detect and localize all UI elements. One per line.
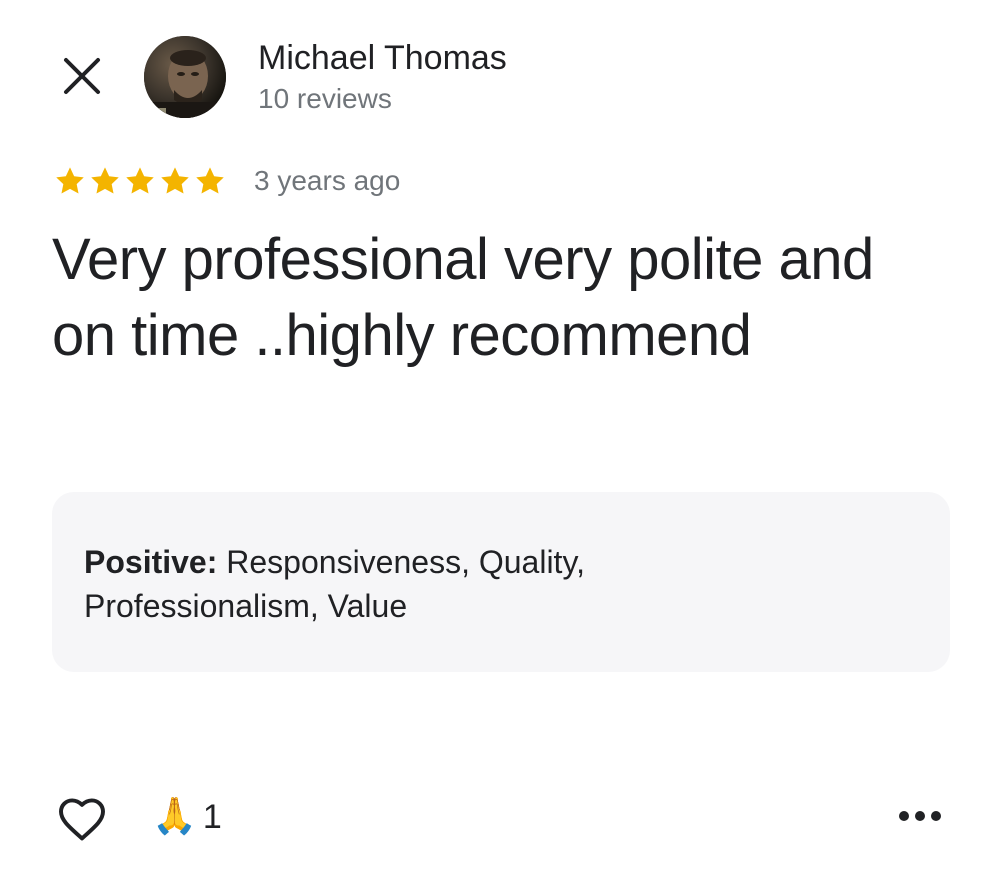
author-review-count: 10 reviews <box>258 83 392 114</box>
reaction-count: 1 <box>202 798 222 836</box>
star-icon <box>192 160 227 202</box>
pray-hands-icon: 🙏 <box>152 796 197 837</box>
heart-outline-icon <box>59 798 105 841</box>
review-card: Michael Thomas 10 reviews 3 years ago Ve… <box>0 0 1000 888</box>
star-icon <box>87 160 122 202</box>
review-attributes: Positive: Responsiveness, Quality, Profe… <box>84 540 704 628</box>
close-button[interactable] <box>56 50 108 102</box>
star-icon <box>52 160 87 202</box>
close-icon <box>64 58 100 94</box>
review-time-ago: 3 years ago <box>254 165 401 196</box>
review-attributes-panel: Positive: Responsiveness, Quality, Profe… <box>52 492 950 672</box>
reaction-button[interactable]: 🙏 1 <box>152 794 222 840</box>
attributes-label: Positive: <box>84 544 218 580</box>
review-text: Very professional very polite and on tim… <box>52 227 874 368</box>
star-rating <box>52 160 227 202</box>
star-icon <box>157 160 192 202</box>
author-name[interactable]: Michael Thomas <box>258 36 507 80</box>
like-button[interactable] <box>52 788 112 846</box>
star-icon <box>122 160 157 202</box>
more-options-button[interactable] <box>894 796 946 836</box>
avatar[interactable] <box>144 36 226 118</box>
more-horizontal-icon <box>899 811 941 821</box>
